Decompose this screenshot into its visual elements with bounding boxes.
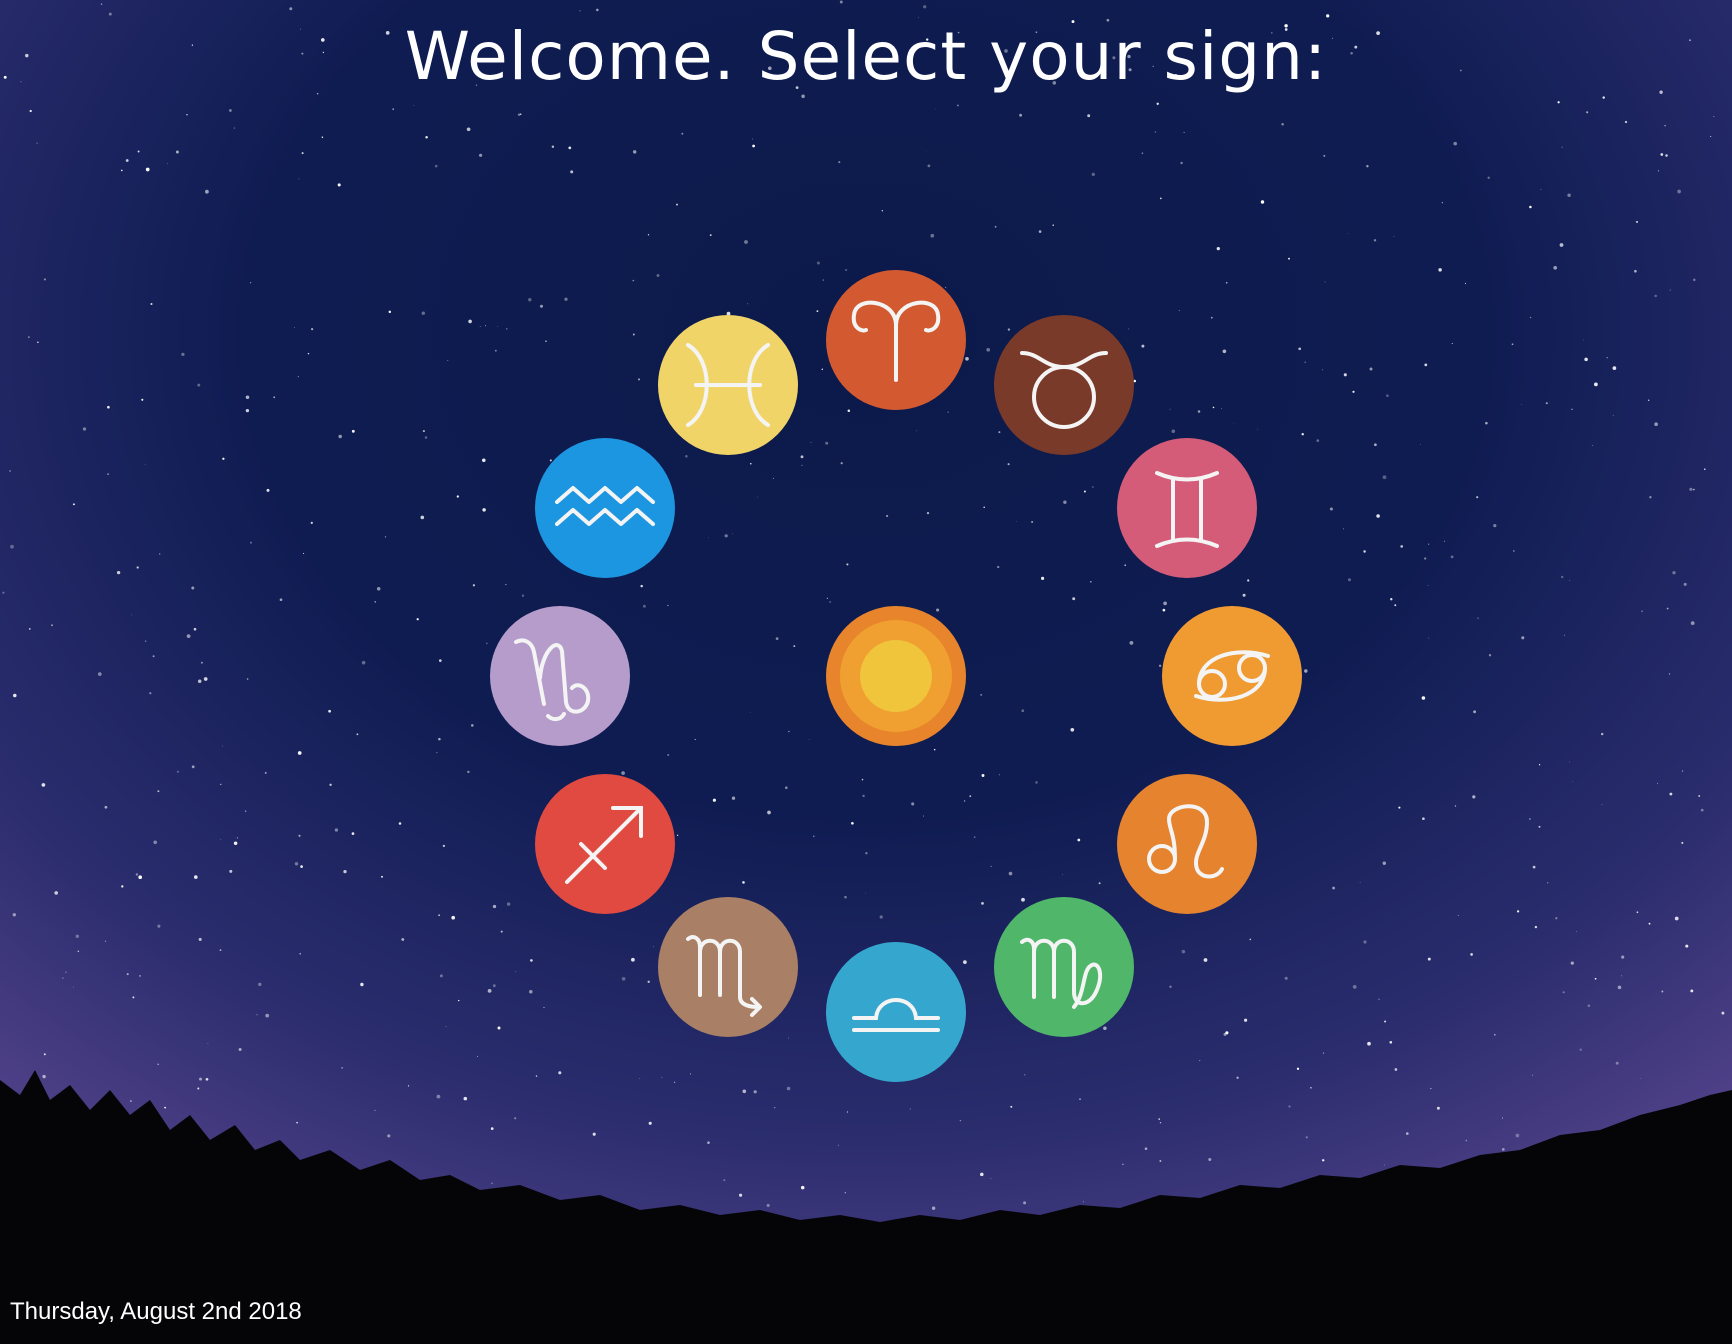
aquarius-icon <box>535 438 675 578</box>
pisces-icon <box>658 315 798 455</box>
current-date: Thursday, August 2nd 2018 <box>10 1298 302 1325</box>
sign-aquarius-button[interactable] <box>535 438 675 578</box>
sign-cancer-button[interactable] <box>1162 606 1302 746</box>
sign-pisces-button[interactable] <box>658 315 798 455</box>
sign-sagittarius-button[interactable] <box>535 774 675 914</box>
sign-aries-button[interactable] <box>826 270 966 410</box>
sign-scorpio-button[interactable] <box>658 897 798 1037</box>
sign-gemini-button[interactable] <box>1117 438 1257 578</box>
sagittarius-icon <box>535 774 675 914</box>
aries-icon <box>826 270 966 410</box>
libra-icon <box>826 942 966 1082</box>
sign-taurus-button[interactable] <box>994 315 1134 455</box>
gemini-icon <box>1117 438 1257 578</box>
virgo-icon <box>994 897 1134 1037</box>
taurus-icon <box>994 315 1134 455</box>
sign-virgo-button[interactable] <box>994 897 1134 1037</box>
leo-icon <box>1117 774 1257 914</box>
page-title: Welcome. Select your sign: <box>404 18 1328 95</box>
scorpio-icon <box>658 897 798 1037</box>
sign-leo-button[interactable] <box>1117 774 1257 914</box>
sign-libra-button[interactable] <box>826 942 966 1082</box>
capricorn-icon <box>490 606 630 746</box>
cancer-icon <box>1162 606 1302 746</box>
sun-icon[interactable] <box>826 606 966 746</box>
sign-capricorn-button[interactable] <box>490 606 630 746</box>
